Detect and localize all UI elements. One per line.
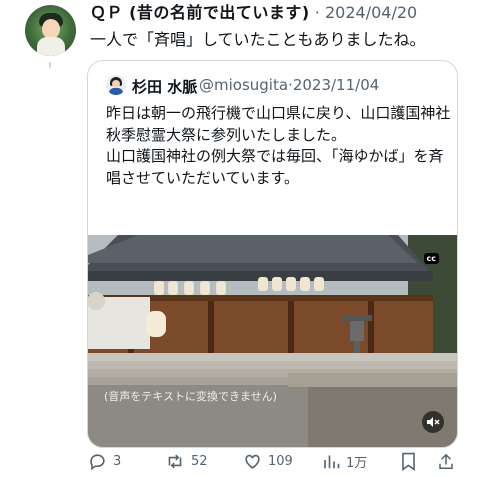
video-player[interactable]: cc (音声をテキストに変換できません) (88, 235, 457, 447)
quoted-avatar (106, 75, 126, 95)
like-button[interactable]: 109 (243, 452, 293, 471)
repost-button[interactable]: 52 (165, 452, 208, 471)
quoted-paragraph-1: 昨日は朝一の飛行機で山口県に戻り、山口護国神社秋季慰霊大祭に参列いたしました。 (106, 104, 451, 144)
closed-captions-badge[interactable]: cc (423, 253, 439, 264)
display-name[interactable]: ＱＰ (昔の名前で出ています) (90, 3, 310, 22)
bookmark-icon (402, 452, 415, 471)
avatar-body (37, 37, 65, 56)
avatar[interactable] (25, 5, 76, 56)
speaker-muted-icon (427, 417, 440, 427)
shrine-photo (88, 235, 457, 447)
repost-count: 52 (191, 454, 208, 469)
views-icon (324, 455, 340, 469)
quoted-handle-date: @miosugita·2023/11/04 (199, 76, 379, 94)
heart-icon (245, 454, 260, 469)
tweet-header: ＱＰ (昔の名前で出ています) · 2024/04/20 (90, 3, 417, 22)
views-count: 1万 (346, 456, 368, 471)
quoted-handle: @miosugita (199, 76, 289, 94)
views-button[interactable]: 1万 (322, 452, 367, 471)
quoted-text: 昨日は朝一の飛行機で山口県に戻り、山口護国神社秋季慰霊大祭に参列いたしました。 … (106, 103, 451, 189)
share-button[interactable] (437, 452, 461, 471)
reply-button[interactable]: 3 (88, 452, 121, 471)
share-icon (439, 453, 453, 469)
thread-line (49, 62, 51, 68)
date-separator: · (314, 3, 320, 22)
reply-count: 3 (113, 454, 122, 469)
like-count: 109 (268, 454, 293, 469)
tweet-text: 一人で「斉唱」していたこともありましたね。 (90, 30, 426, 49)
quoted-date: 2023/11/04 (292, 76, 380, 94)
quoted-tweet[interactable]: 杉田 水脈 @miosugita·2023/11/04 昨日は朝一の飛行機で山口… (87, 60, 458, 448)
avatar-face (42, 19, 60, 39)
quoted-paragraph-2: 山口護国神社の例大祭では毎回、「海ゆかば」を斉唱させていただいています。 (106, 147, 444, 187)
repost-icon (168, 454, 182, 469)
bookmark-button[interactable] (400, 452, 423, 471)
quoted-display-name: 杉田 水脈 (132, 78, 198, 96)
tweet-date[interactable]: 2024/04/20 (325, 3, 417, 22)
reply-icon (90, 454, 105, 471)
tweet-actions: 3 52 109 1万 (0, 452, 480, 474)
video-caption: (音声をテキストに変換できません) (104, 390, 277, 403)
mute-icon[interactable] (422, 411, 444, 433)
